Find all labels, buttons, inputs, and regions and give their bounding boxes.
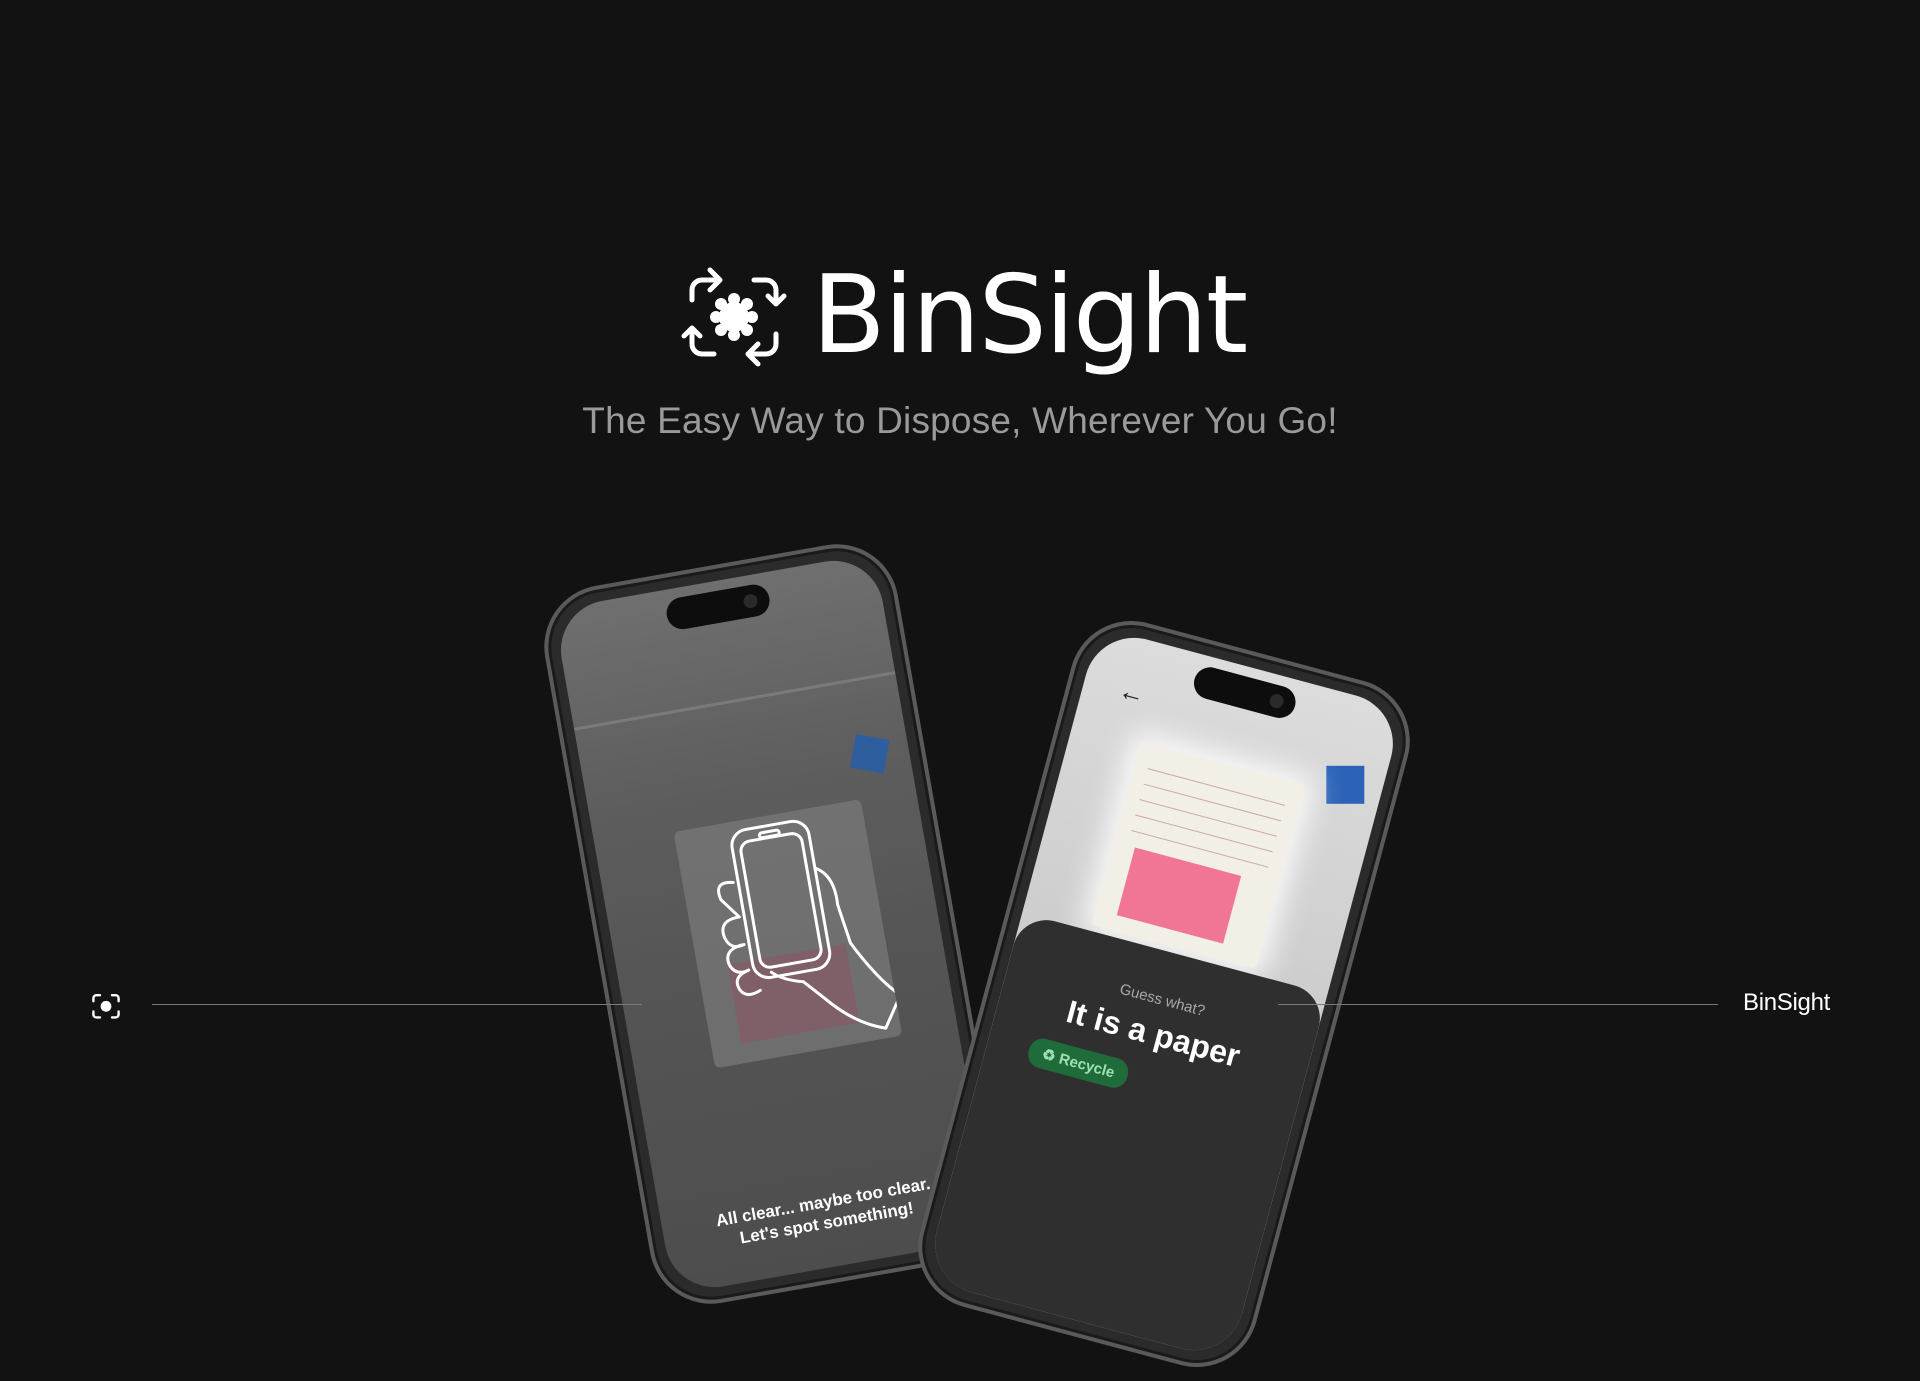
back-arrow-icon[interactable]: ← [1115,675,1149,712]
phone-left-screen: All clear... maybe too clear. Let's spot… [553,552,995,1296]
footer: BinSight [0,985,1920,1025]
binsight-logo-icon [92,994,120,1019]
paper-line [1135,814,1273,853]
footer-brand: BinSight [1743,989,1830,1016]
footer-divider-left [152,1004,642,1005]
brand-lockup: BinSight [674,253,1248,378]
desk-edge [573,671,896,731]
footer-divider-right [1278,1004,1718,1005]
hero: BinSight The Easy Way to Dispose, Wherev… [0,260,1920,442]
recycle-icon: ♻ [1040,1045,1058,1066]
recycle-chip[interactable]: ♻ Recycle [1025,1035,1132,1091]
result-panel: Guess what? It is a paper ♻ Recycle [923,912,1328,1362]
blue-cube [1326,765,1365,804]
detected-paper [1091,741,1305,969]
paper-line [1139,799,1277,837]
tagline: The Easy Way to Dispose, Wherever You Go… [582,400,1338,441]
blue-cube [850,734,890,774]
paper-line [1147,768,1286,806]
paper-line [1143,783,1281,822]
sticky-note [1116,847,1242,944]
recycle-chip-label: Recycle [1057,1050,1117,1082]
brand-wordmark: BinSight [811,253,1248,378]
binsight-logo-icon [681,267,787,367]
